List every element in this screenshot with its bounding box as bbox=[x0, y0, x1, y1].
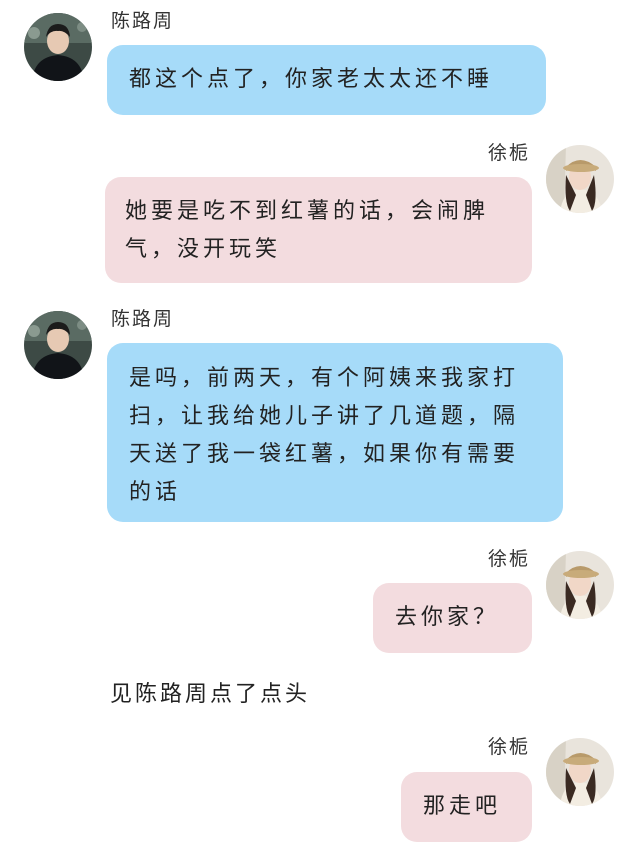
message-bubble: 去你家？ bbox=[373, 583, 532, 653]
female-avatar-image bbox=[546, 738, 614, 806]
message-bubble: 那走吧 bbox=[401, 772, 532, 842]
sender-name: 陈路周 bbox=[111, 10, 175, 32]
female-avatar-image bbox=[546, 551, 614, 619]
message-bubble: 都这个点了，你家老太太还不睡 bbox=[107, 45, 546, 115]
male-avatar[interactable] bbox=[24, 311, 92, 379]
sender-name: 徐栀 bbox=[488, 548, 531, 570]
male-avatar-image bbox=[24, 311, 92, 379]
sender-name: 徐栀 bbox=[488, 736, 531, 758]
female-avatar[interactable] bbox=[546, 738, 614, 806]
male-avatar[interactable] bbox=[24, 13, 92, 81]
message-bubble: 是吗，前两天，有个阿姨来我家打扫，让我给她儿子讲了几道题，隔天送了我一袋红薯，如… bbox=[107, 343, 563, 522]
sender-name: 陈路周 bbox=[111, 308, 175, 330]
female-avatar-image bbox=[546, 145, 614, 213]
message-bubble: 她要是吃不到红薯的话，会闹脾气，没开玩笑 bbox=[105, 177, 532, 283]
female-avatar[interactable] bbox=[546, 551, 614, 619]
narration-text: 见陈路周点了点头 bbox=[110, 682, 311, 707]
male-avatar-image bbox=[24, 13, 92, 81]
sender-name: 徐栀 bbox=[488, 142, 531, 164]
female-avatar[interactable] bbox=[546, 145, 614, 213]
